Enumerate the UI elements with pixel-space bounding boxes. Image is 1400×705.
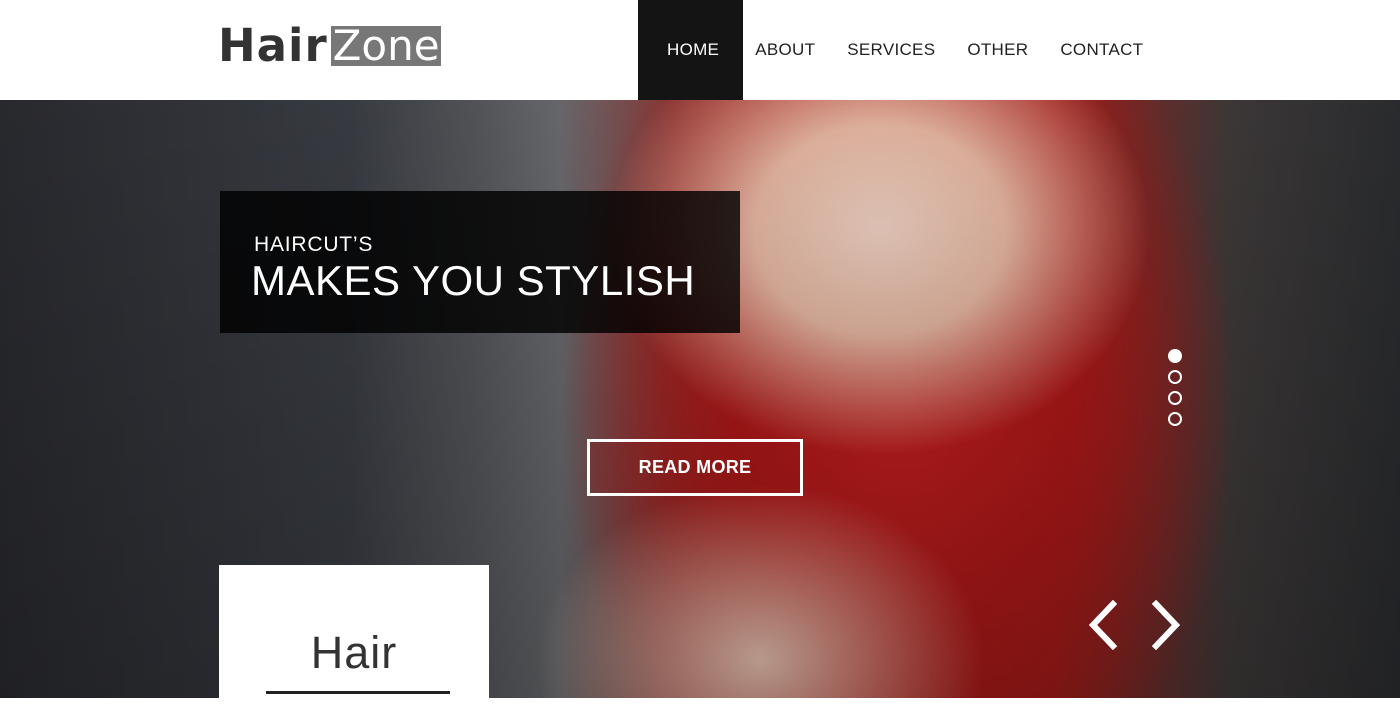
feature-title: Hair (310, 627, 398, 678)
slider-pagination (1168, 349, 1182, 433)
logo-hair-text: Hair (218, 19, 328, 72)
slider-dot-1[interactable] (1168, 349, 1182, 363)
read-more-button[interactable]: READ MORE (587, 439, 803, 496)
slide-title: MAKES YOU STYLISH (251, 257, 696, 304)
logo[interactable]: Hair Zone (218, 19, 441, 72)
slider-dot-3[interactable] (1168, 391, 1182, 405)
feature-underline (266, 691, 450, 694)
nav-home[interactable]: HOME (638, 0, 744, 100)
slider-dot-2[interactable] (1168, 370, 1182, 384)
nav-contact[interactable]: CONTACT (1044, 0, 1159, 100)
chevron-left-icon[interactable] (1085, 599, 1121, 651)
site-header: Hair Zone HOME ABOUT SERVICES OTHER CONT… (0, 0, 1400, 100)
slide-caption: HAIRCUT’S MAKES YOU STYLISH (220, 191, 740, 333)
slider-dot-4[interactable] (1168, 412, 1182, 426)
feature-card: Hair (219, 565, 489, 705)
nav-services[interactable]: SERVICES (831, 0, 951, 100)
main-nav: HOME ABOUT SERVICES OTHER CONTACT (638, 0, 1159, 100)
logo-zone-text: Zone (330, 21, 441, 70)
nav-about[interactable]: ABOUT (739, 0, 831, 100)
nav-other[interactable]: OTHER (951, 0, 1044, 100)
slide-subtitle: HAIRCUT’S (254, 233, 374, 256)
hero-slider: HAIRCUT’S MAKES YOU STYLISH READ MORE (0, 100, 1400, 698)
chevron-right-icon[interactable] (1148, 599, 1184, 651)
